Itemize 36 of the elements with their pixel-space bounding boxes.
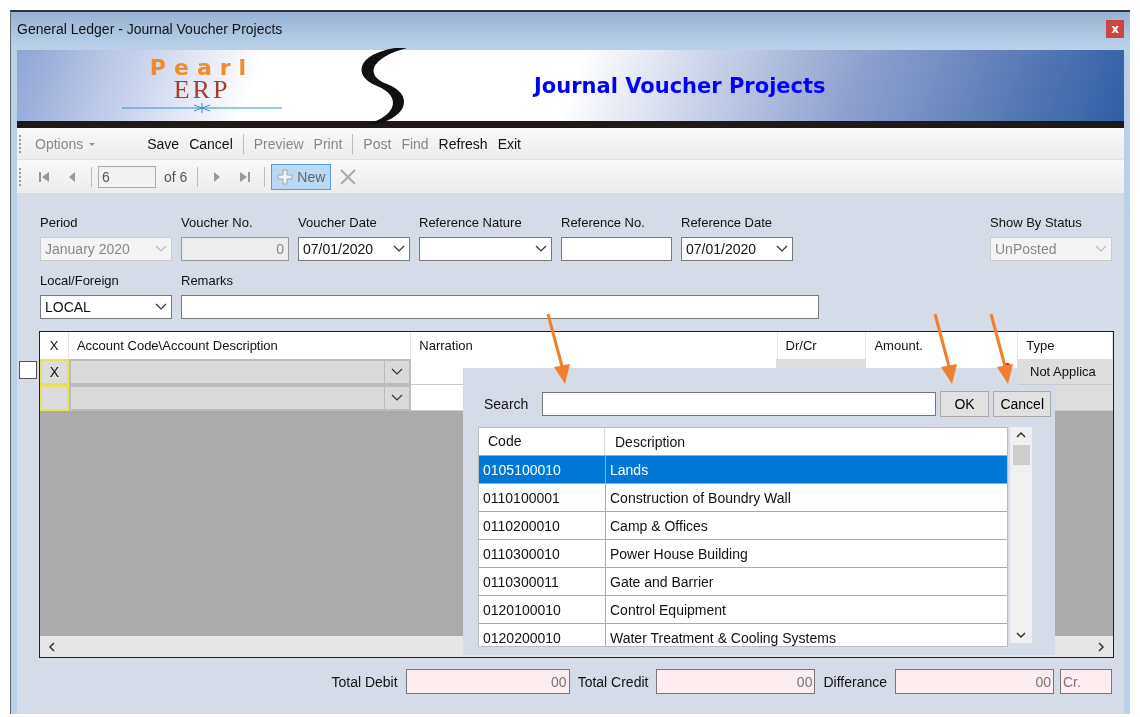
- dr-cr-field: Cr.: [1060, 669, 1112, 694]
- total-field: 00: [405, 669, 570, 694]
- field-label: Reference Date: [681, 215, 774, 230]
- field-label: Reference Nature: [419, 215, 523, 230]
- description-cell: Camp & Offices: [605, 512, 1007, 539]
- field-label: Show By Status: [990, 215, 1083, 230]
- description-cell: Lands: [605, 456, 1007, 483]
- field-label: Remarks: [181, 273, 234, 288]
- total-field: 00: [895, 669, 1054, 694]
- total-field: 00: [656, 669, 816, 694]
- field-label: Voucher Date: [298, 215, 378, 230]
- code-cell-text: 0110300010: [482, 545, 561, 562]
- code-cell-text: 0110200010: [482, 517, 561, 534]
- code-cell-text: 0120200010: [482, 629, 562, 646]
- logo-text: Pearl: [149, 58, 255, 79]
- field-label: Local/Foreign: [40, 273, 120, 288]
- description-cell: Power House Building: [605, 540, 1007, 567]
- total-label: Total Debit: [331, 673, 398, 690]
- total-label: Total Credit: [577, 673, 649, 690]
- code-cell-text: 0105100010: [482, 461, 562, 478]
- description-cell: Gate and Barrier: [605, 568, 1007, 595]
- code-cell-text: 0110300011: [482, 573, 560, 590]
- banner-heading: Journal Voucher Projects: [534, 73, 826, 98]
- field-label: Reference No.: [561, 215, 646, 230]
- total-label: Differance: [823, 673, 887, 690]
- field-label: Period: [40, 215, 79, 230]
- description-cell: Construction of Boundry Wall: [605, 484, 1007, 511]
- field-label: Voucher No.: [181, 215, 254, 230]
- description-cell: Water Treatment & Cooling Systems: [605, 624, 1007, 646]
- logo-text: ERP: [173, 78, 231, 102]
- record-count: of 6: [164, 168, 188, 185]
- code-cell-text: 0110100001: [482, 489, 561, 506]
- search-label: Search: [483, 396, 530, 412]
- code-cell-text: 0120100010: [482, 601, 562, 618]
- window-title: General Ledger - Journal Voucher Projects: [17, 21, 284, 37]
- description-cell: Control Equipment: [605, 596, 1007, 623]
